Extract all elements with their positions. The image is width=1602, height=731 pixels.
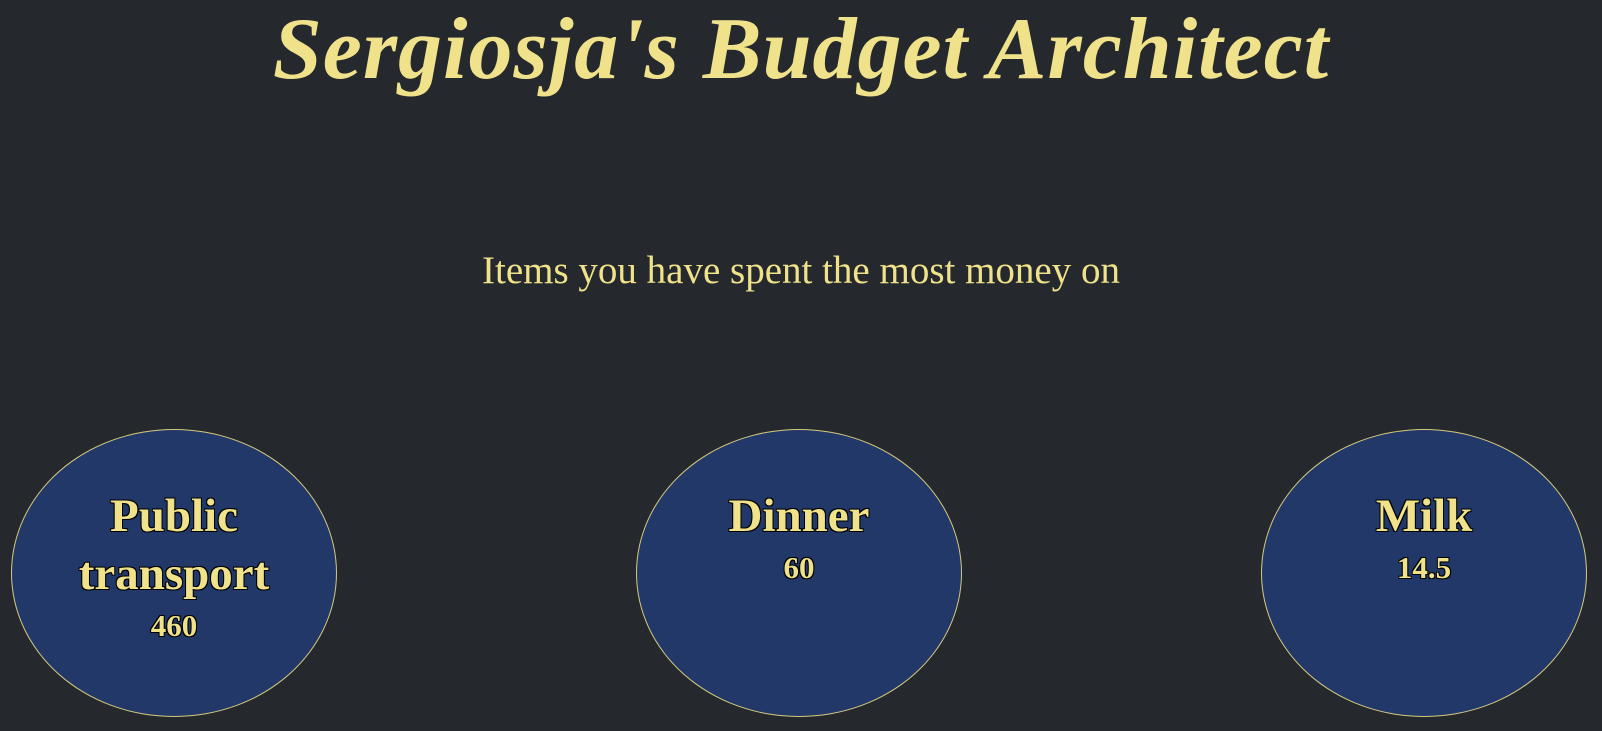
top-item-card: Public transport 460 xyxy=(11,429,337,717)
page-title: Sergiosja's Budget Architect xyxy=(272,1,1330,98)
top-item-amount: 460 xyxy=(150,608,198,643)
top-item-amount: 14.5 xyxy=(1396,550,1452,585)
top-item-amount: 60 xyxy=(783,550,815,585)
top-item-name: Public transport xyxy=(78,490,270,600)
top-item-card: Dinner 60 xyxy=(636,429,962,717)
top-item-card: Milk 14.5 xyxy=(1261,429,1587,717)
section-heading: Items you have spent the most money on xyxy=(482,249,1120,292)
top-item-name: Dinner xyxy=(728,490,870,542)
top-item-name: Milk xyxy=(1375,490,1473,542)
